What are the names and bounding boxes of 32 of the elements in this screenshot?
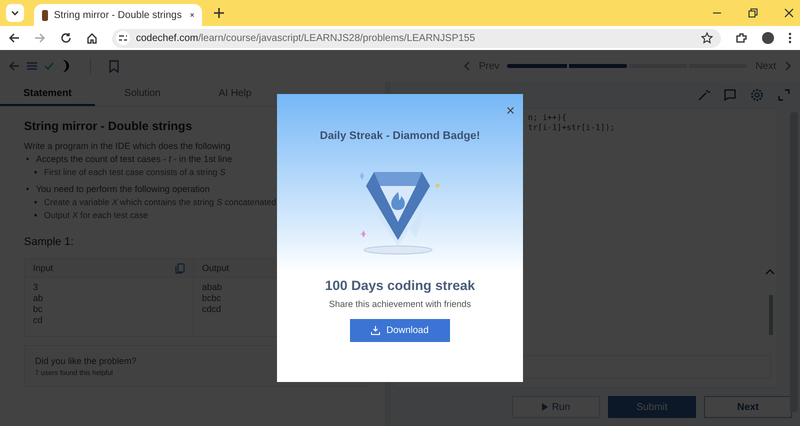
browser-tab-title: String mirror - Double strings (54, 10, 182, 20)
browser-tab[interactable]: String mirror - Double strings (34, 4, 202, 26)
extensions-icon[interactable] (735, 32, 748, 44)
bullet-marker: ▪ (34, 166, 38, 179)
chevron-down-icon (10, 8, 20, 18)
download-button[interactable]: Download (350, 319, 450, 342)
home-icon[interactable] (86, 32, 98, 44)
problem-title: String mirror - Double strings (24, 119, 194, 133)
bookmark-star-icon[interactable] (701, 32, 713, 44)
address-bar[interactable]: codechef.com/learn/course/javascript/LEARNJS28/problems/LEARNJSP155 (112, 28, 721, 48)
reload-icon[interactable] (60, 32, 72, 44)
url-text: codechef.com/learn/course/javascript/LEARNJS28/problems/LEARNJSP155 (136, 32, 476, 44)
bullet-marker: ▪ (34, 196, 38, 209)
sample-heading: Sample 1: (24, 236, 75, 248)
more-menu-icon[interactable] (788, 32, 792, 44)
restore-icon[interactable] (748, 8, 758, 18)
site-favicon-icon (42, 10, 48, 20)
tab-search-button[interactable] (6, 4, 24, 22)
close-tab-icon[interactable] (190, 11, 194, 19)
profile-avatar-icon[interactable] (762, 32, 774, 44)
download-icon (371, 326, 380, 335)
new-tab-icon[interactable] (214, 8, 224, 18)
bullet-marker: • (26, 153, 30, 166)
bullet-marker: ▪ (34, 209, 38, 222)
site-settings-icon[interactable] (116, 31, 130, 45)
back-arrow-icon[interactable] (8, 32, 20, 44)
close-icon[interactable] (507, 107, 514, 114)
streak-headline: 100 Days coding streak (324, 278, 476, 293)
bullet-marker: • (26, 183, 30, 196)
modal-title: Daily Streak - Diamond Badge! (320, 130, 480, 142)
close-window-icon[interactable] (784, 8, 794, 18)
modal-description: Share this achievement with friends (328, 299, 472, 309)
